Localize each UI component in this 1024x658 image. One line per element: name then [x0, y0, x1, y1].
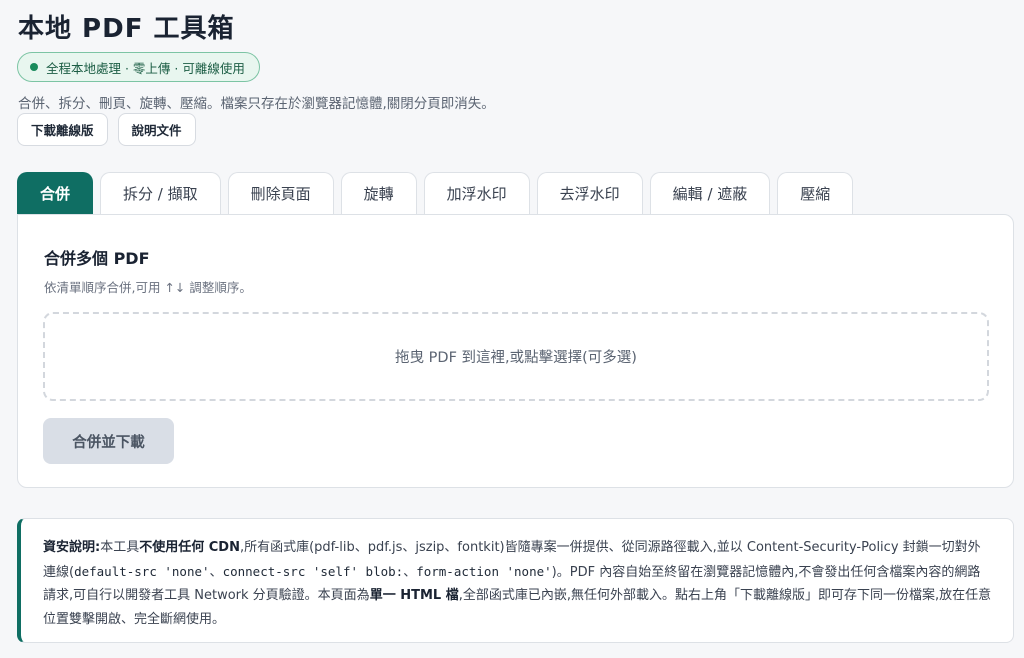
- status-dot-icon: [30, 63, 38, 71]
- notice-text: 本工具: [100, 540, 140, 555]
- notice-text: 、: [209, 564, 223, 580]
- notice-emphasis: 單一 HTML 檔: [369, 588, 459, 603]
- merge-panel: 合併多個 PDF 依清單順序合併,可用 ↑↓ 調整順序。 拖曳 PDF 到這裡,…: [17, 214, 1014, 488]
- notice-text: 、: [403, 564, 417, 580]
- tab-edit-redact[interactable]: 編輯 / 遮蔽: [649, 172, 771, 214]
- notice-emphasis: 不使用任何 CDN: [139, 540, 240, 555]
- header-actions: 下載離線版 說明文件: [17, 113, 196, 146]
- tab-rotate[interactable]: 旋轉: [340, 172, 417, 214]
- notice-code: form-action 'none': [416, 563, 552, 579]
- pdf-dropzone[interactable]: 拖曳 PDF 到這裡,或點擊選擇(可多選): [43, 312, 989, 401]
- notice-code: default-src 'none': [74, 563, 210, 579]
- tab-split[interactable]: 拆分 / 擷取: [100, 172, 221, 214]
- privacy-badge-label: 全程本地處理 · 零上傳 · 可離線使用: [46, 60, 245, 76]
- tab-delete-pages[interactable]: 刪除頁面: [227, 172, 334, 214]
- privacy-badge: 全程本地處理 · 零上傳 · 可離線使用: [17, 52, 260, 82]
- download-offline-button[interactable]: 下載離線版: [17, 113, 108, 146]
- security-notice: 資安說明:本工具不使用任何 CDN,所有函式庫(pdf-lib、pdf.js、j…: [17, 518, 1014, 643]
- tab-add-watermark[interactable]: 加浮水印: [423, 172, 530, 214]
- panel-title: 合併多個 PDF: [44, 249, 150, 268]
- merge-download-button[interactable]: 合併並下載: [43, 418, 174, 464]
- panel-hint: 依清單順序合併,可用 ↑↓ 調整順序。: [44, 280, 252, 295]
- page-title: 本地 PDF 工具箱: [18, 14, 235, 44]
- docs-button[interactable]: 說明文件: [117, 113, 196, 146]
- tab-remove-watermark[interactable]: 去浮水印: [536, 172, 643, 214]
- page-subtitle: 合併、拆分、刪頁、旋轉、壓縮。檔案只存在於瀏覽器記憶體,關閉分頁即消失。: [18, 96, 495, 112]
- tab-merge[interactable]: 合併: [17, 172, 94, 214]
- tool-tabs: 合併 拆分 / 擷取 刪除頁面 旋轉 加浮水印 去浮水印 編輯 / 遮蔽 壓縮: [17, 172, 854, 214]
- notice-heading: 資安說明:: [43, 540, 101, 555]
- tab-compress[interactable]: 壓縮: [777, 172, 854, 214]
- notice-code: connect-src 'self' blob:: [222, 563, 404, 579]
